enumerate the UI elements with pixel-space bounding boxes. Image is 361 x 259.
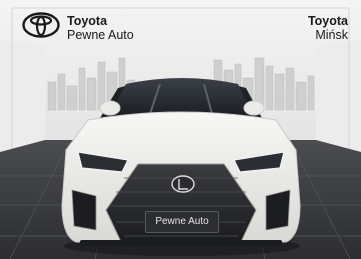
location-city-label: Mińsk [315, 28, 348, 42]
side-mirror-left [99, 100, 121, 116]
dealer-brand-label: Toyota [67, 14, 108, 28]
location-brand-label: Toyota [307, 14, 348, 28]
car-photo-frame: Pewne Auto Toyota Pewne Auto Toyota Mińs… [0, 0, 361, 259]
toyota-logo-icon [22, 12, 60, 38]
side-wall-right [316, 40, 361, 152]
windshield [110, 78, 252, 114]
side-wall-left [0, 40, 45, 152]
license-plate: Pewne Auto [145, 211, 219, 233]
side-mirror-right [243, 100, 265, 116]
photo-overlay-header: Toyota Pewne Auto Toyota Mińsk [0, 0, 361, 42]
lower-vent-left [71, 189, 97, 231]
dealer-name-label: Pewne Auto [67, 28, 134, 42]
lower-vent-right [265, 189, 291, 231]
